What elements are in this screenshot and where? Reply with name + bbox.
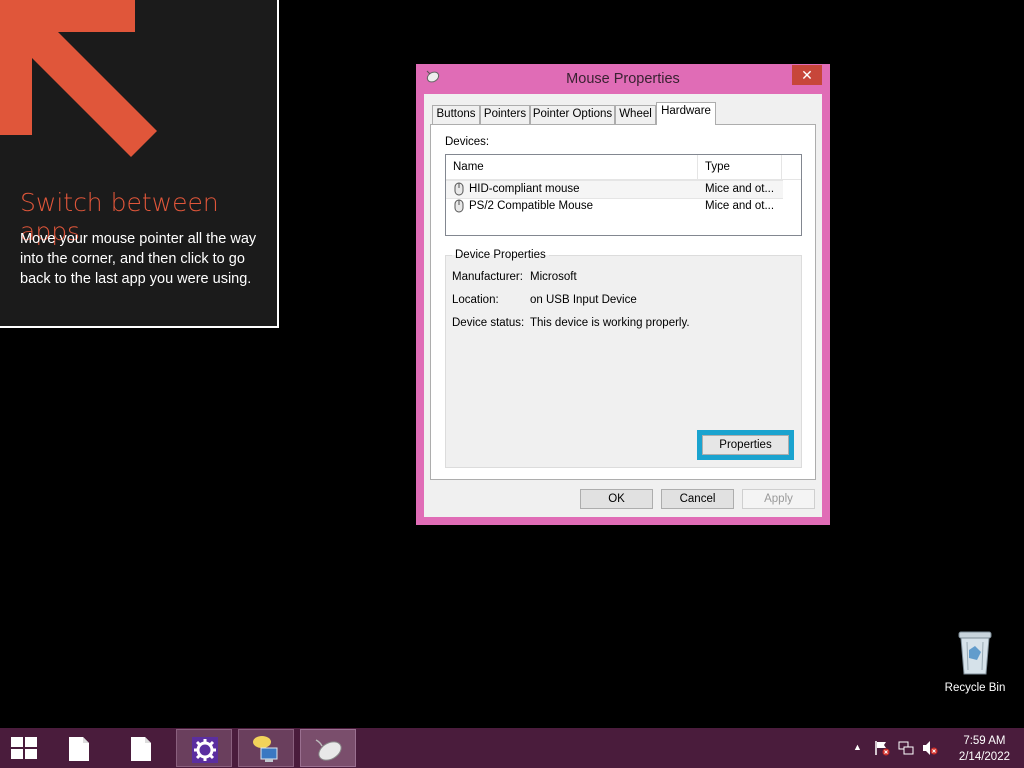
tab-hardware[interactable]: Hardware <box>656 102 716 125</box>
mouse-device-icon <box>454 182 464 196</box>
device-name: HID-compliant mouse <box>469 183 580 195</box>
speaker-muted-icon[interactable] <box>922 740 938 756</box>
recycle-bin-icon <box>958 631 992 675</box>
mouse-device-icon <box>454 199 464 213</box>
tip-body: Move your mouse pointer all the way into… <box>20 231 257 287</box>
document-icon <box>69 737 89 761</box>
list-item[interactable]: HID-compliant mouse Mice and ot... <box>446 180 783 199</box>
properties-button[interactable]: Properties <box>697 430 794 460</box>
location-label: Location: <box>452 294 499 306</box>
clock-time: 7:59 AM <box>963 735 1006 747</box>
start-button[interactable] <box>11 737 37 759</box>
column-name[interactable]: Name <box>453 161 484 173</box>
mouse-icon <box>315 739 342 761</box>
show-hidden-icons-chevron-up-icon[interactable]: ▲ <box>853 742 862 752</box>
clock-date: 2/14/2022 <box>958 751 1010 763</box>
devices-list[interactable]: Name Type HID-compliant mouse Mice and o… <box>445 154 802 236</box>
devices-label: Devices: <box>445 136 490 148</box>
gear-icon <box>192 737 218 763</box>
device-name: PS/2 Compatible Mouse <box>469 200 594 212</box>
list-item[interactable]: PS/2 Compatible Mouse Mice and ot... <box>446 198 783 215</box>
manufacturer-value: Microsoft <box>530 271 577 283</box>
properties-button-label: Properties <box>702 435 789 455</box>
manufacturer-label: Manufacturer: <box>452 271 523 283</box>
taskbar-document-2[interactable] <box>114 729 170 767</box>
tab-buttons[interactable]: Buttons <box>432 105 480 124</box>
action-center-flag-icon[interactable] <box>874 740 890 756</box>
cancel-button[interactable]: Cancel <box>661 489 734 509</box>
ok-button[interactable]: OK <box>580 489 653 509</box>
network-icon[interactable] <box>898 740 914 756</box>
hardware-panel: Devices: Name Type HID-compliant mouse M… <box>430 124 816 480</box>
taskbar-network-app[interactable] <box>238 729 294 767</box>
device-type: Mice and ot... <box>705 183 775 195</box>
taskbar-mouse-properties[interactable] <box>300 729 356 767</box>
mouse-properties-dialog: Mouse Properties ✕ Buttons Pointers Poin… <box>416 64 830 525</box>
list-header: Name Type <box>446 155 801 180</box>
corner-arrow-icon <box>0 0 157 157</box>
dialog-client: Buttons Pointers Pointer Options Wheel H… <box>424 94 822 517</box>
location-value: on USB Input Device <box>530 294 637 306</box>
taskbar-document-1[interactable] <box>52 729 108 767</box>
column-type[interactable]: Type <box>705 161 730 173</box>
recycle-bin[interactable]: Recycle Bin <box>944 630 1006 694</box>
taskbar: ▲ 7:59 AM 2/14/2022 <box>0 728 1024 768</box>
apply-button[interactable]: Apply <box>742 489 815 509</box>
tab-pointer-options[interactable]: Pointer Options <box>530 105 615 124</box>
device-type: Mice and ot... <box>705 200 775 212</box>
recycle-bin-label: Recycle Bin <box>944 682 1006 694</box>
close-button[interactable]: ✕ <box>792 65 822 85</box>
network-computer-icon <box>253 736 278 762</box>
status-value: This device is working properly. <box>530 317 690 329</box>
taskbar-settings[interactable] <box>176 729 232 767</box>
dialog-title: Mouse Properties <box>566 71 680 87</box>
status-label: Device status: <box>452 317 525 329</box>
group-title: Device Properties <box>452 249 549 261</box>
document-icon <box>131 737 151 761</box>
taskbar-clock[interactable]: 7:59 AM 2/14/2022 <box>959 733 1010 765</box>
device-properties-group: Device Properties Manufacturer: Microsof… <box>445 249 802 468</box>
tip-panel: Switch between apps Move your mouse poin… <box>0 0 279 328</box>
tab-pointers[interactable]: Pointers <box>480 105 530 124</box>
tab-wheel[interactable]: Wheel <box>615 105 656 124</box>
